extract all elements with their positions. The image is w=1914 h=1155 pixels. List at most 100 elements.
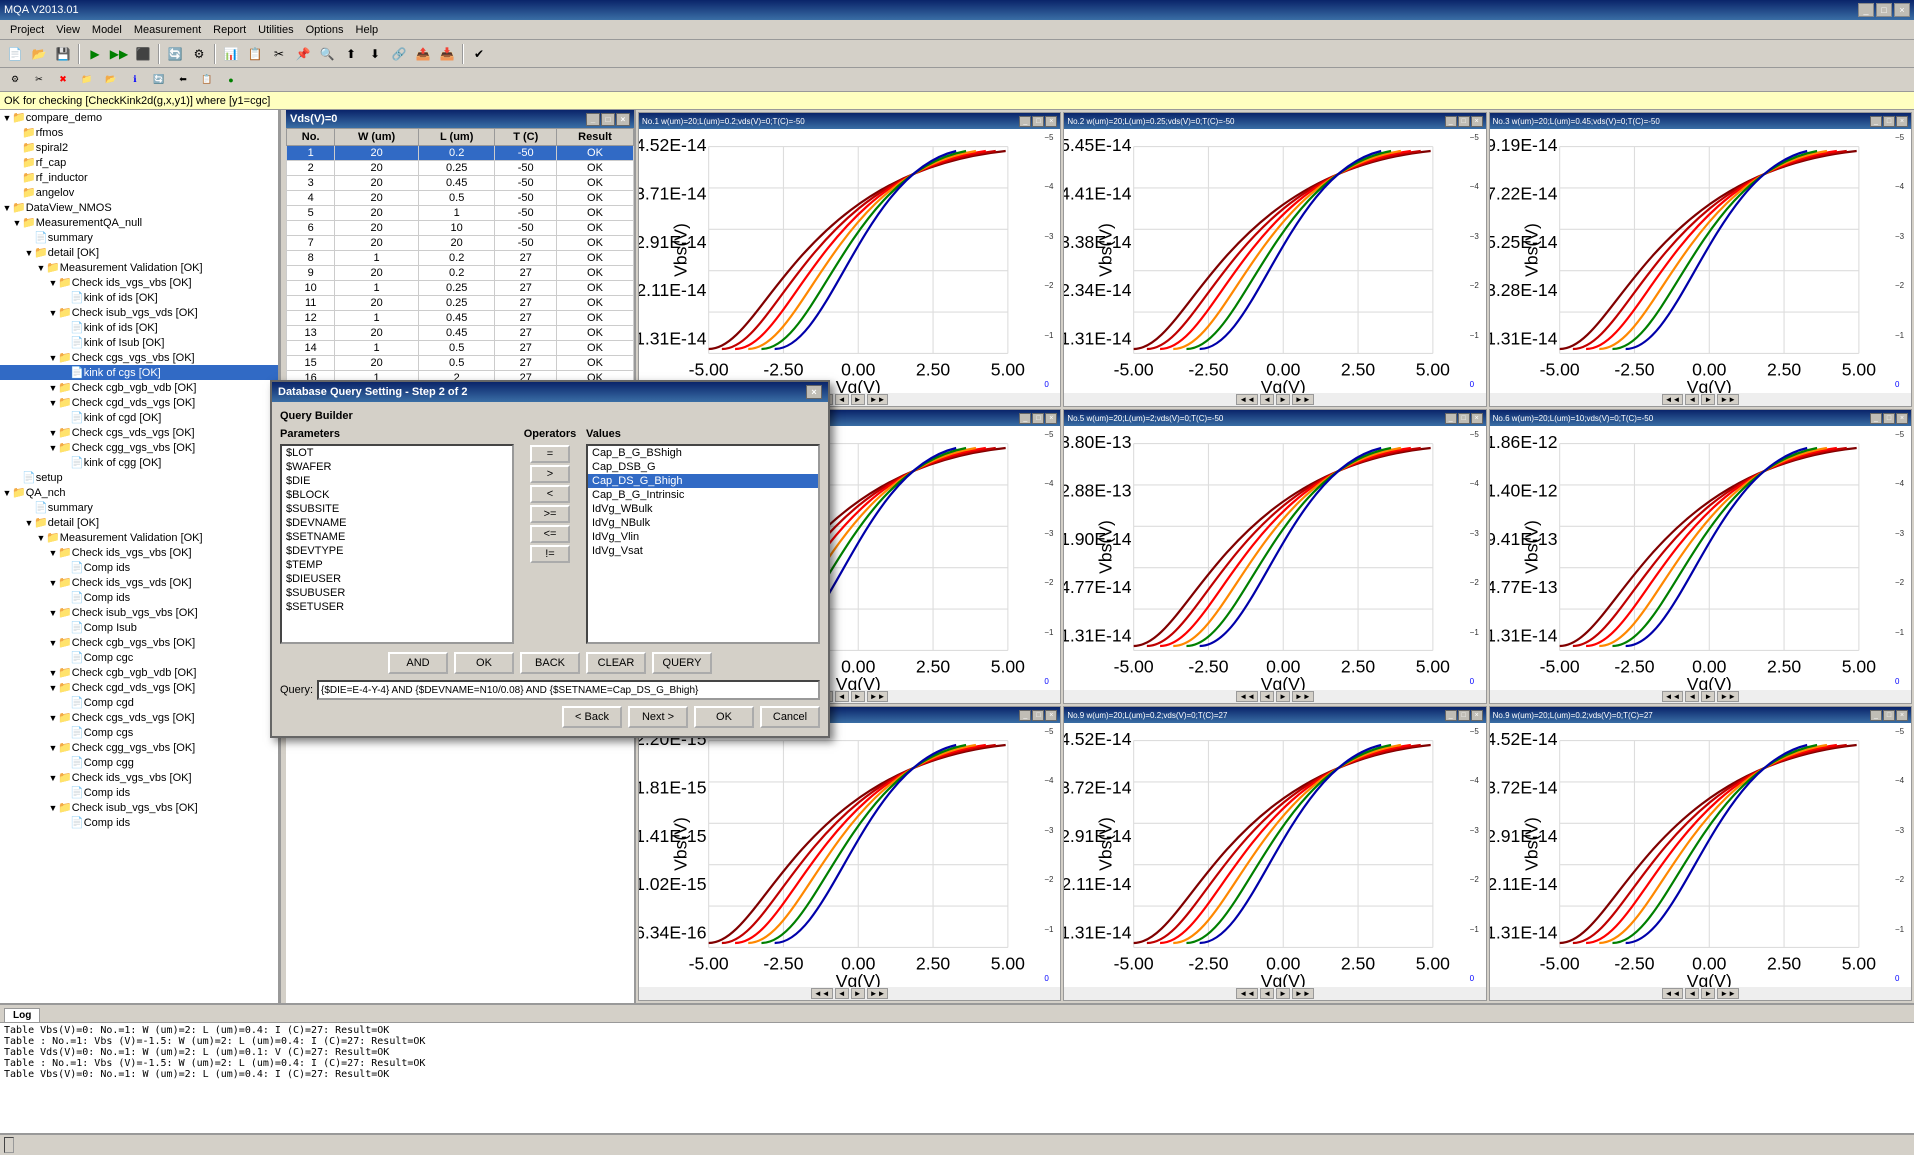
value-item[interactable]: Cap_B_G_BShigh bbox=[588, 446, 818, 460]
parameter-item[interactable]: $WAFER bbox=[282, 460, 512, 474]
chart-ctrl-btn[interactable]: × bbox=[1045, 710, 1057, 721]
sidebar-item-comp-cgc[interactable]: 📄 Comp cgc bbox=[0, 650, 278, 665]
chart-nav-btn[interactable]: ►► bbox=[867, 394, 889, 405]
op-neq[interactable]: != bbox=[530, 545, 570, 563]
chart-nav-btn[interactable]: ◄ bbox=[1685, 691, 1699, 702]
sidebar-item-comp-cgg[interactable]: 📄 Comp cgg bbox=[0, 755, 278, 770]
table-row[interactable]: 12 1 0.45 27 OK bbox=[287, 311, 634, 326]
chart-nav-btn[interactable]: ◄◄ bbox=[1662, 394, 1684, 405]
table-row[interactable]: 5 20 1 -50 OK bbox=[287, 206, 634, 221]
chart-ctrl-btn[interactable]: □ bbox=[1458, 116, 1470, 127]
table-row[interactable]: 10 1 0.25 27 OK bbox=[287, 281, 634, 296]
chart-nav-btn[interactable]: ◄ bbox=[1685, 988, 1699, 999]
sidebar-item-check-cgb-vgb2[interactable]: ▼ 📁 Check cgb_vgb_vdb [OK] bbox=[0, 665, 278, 680]
cut-btn[interactable]: ✂ bbox=[268, 43, 290, 65]
sidebar-item-summary2[interactable]: 📄 summary bbox=[0, 500, 278, 515]
chart-nav-btn[interactable]: ◄ bbox=[1260, 394, 1274, 405]
chart-ctrl-btn[interactable]: □ bbox=[1458, 413, 1470, 424]
sidebar-item-check-ids-vgs-vds[interactable]: ▼ 📁 Check ids_vgs_vds [OK] bbox=[0, 575, 278, 590]
chart-nav-btn[interactable]: ◄ bbox=[835, 988, 849, 999]
chart-nav-btn[interactable]: ►► bbox=[1717, 394, 1739, 405]
parameter-item[interactable]: $SUBSITE bbox=[282, 502, 512, 516]
sidebar-item-check-isub[interactable]: ▼ 📁 Check isub_vgs_vds [OK] bbox=[0, 305, 278, 320]
parameter-item[interactable]: $SETNAME bbox=[282, 530, 512, 544]
chart-nav-btn[interactable]: ► bbox=[1701, 394, 1715, 405]
chart-nav-btn[interactable]: ►► bbox=[1292, 394, 1314, 405]
nav-cancel-button[interactable]: Cancel bbox=[760, 706, 820, 728]
sidebar-item-check-cgb2[interactable]: ▼ 📁 Check cgb_vgs_vbs [OK] bbox=[0, 635, 278, 650]
sidebar-item-check-cgg2[interactable]: ▼ 📁 Check cgg_vgs_vbs [OK] bbox=[0, 740, 278, 755]
sidebar-item-check-cgs-vds[interactable]: ▼ 📁 Check cgs_vds_vgs [OK] bbox=[0, 425, 278, 440]
tb2-btn4[interactable]: 📁 bbox=[76, 69, 98, 91]
sidebar-item-kink-isub[interactable]: 📄 kink of Isub [OK] bbox=[0, 335, 278, 350]
parameter-item[interactable]: $BLOCK bbox=[282, 488, 512, 502]
data-panel-minimize[interactable]: _ bbox=[586, 113, 600, 126]
nav-next-button[interactable]: Next > bbox=[628, 706, 688, 728]
table-row[interactable]: 4 20 0.5 -50 OK bbox=[287, 191, 634, 206]
chart-ctrl-btn[interactable]: × bbox=[1471, 710, 1483, 721]
chart-ctrl-btn[interactable]: × bbox=[1471, 413, 1483, 424]
chart-ctrl-btn[interactable]: □ bbox=[1883, 413, 1895, 424]
tb2-btn2[interactable]: ✂ bbox=[28, 69, 50, 91]
menu-utilities[interactable]: Utilities bbox=[252, 22, 299, 38]
clear-button[interactable]: CLEAR bbox=[586, 652, 646, 674]
parameter-item[interactable]: $SETUSER bbox=[282, 600, 512, 614]
sidebar-item-check-isub2[interactable]: ▼ 📁 Check isub_vgs_vbs [OK] bbox=[0, 605, 278, 620]
sidebar-item-check-cgs2[interactable]: ▼ 📁 Check cgs_vds_vgs [OK] bbox=[0, 710, 278, 725]
menu-model[interactable]: Model bbox=[86, 22, 128, 38]
zoom-btn[interactable]: 🔍 bbox=[316, 43, 338, 65]
sidebar-item-kink-ids1[interactable]: 📄 kink of ids [OK] bbox=[0, 290, 278, 305]
chart-nav-btn[interactable]: ◄◄ bbox=[1236, 394, 1258, 405]
table-row[interactable]: 14 1 0.5 27 OK bbox=[287, 341, 634, 356]
sidebar-item-comp-isub[interactable]: 📄 Comp Isub bbox=[0, 620, 278, 635]
sidebar-item-comp-ids4[interactable]: 📄 Comp ids bbox=[0, 815, 278, 830]
values-listbox[interactable]: Cap_B_G_BShighCap_DSB_GCap_DS_G_BhighCap… bbox=[586, 444, 820, 644]
sidebar-item-rf-cap[interactable]: 📁 rf_cap bbox=[0, 155, 278, 170]
sidebar-item-rfmos[interactable]: 📁 rfmos bbox=[0, 125, 278, 140]
sidebar-item-comp-cgd[interactable]: 📄 Comp cgd bbox=[0, 695, 278, 710]
chart-ctrl-btn[interactable]: × bbox=[1045, 413, 1057, 424]
chart-nav-btn[interactable]: ◄ bbox=[1260, 988, 1274, 999]
parameter-item[interactable]: $DEVNAME bbox=[282, 516, 512, 530]
menu-help[interactable]: Help bbox=[350, 22, 385, 38]
menu-view[interactable]: View bbox=[50, 22, 86, 38]
chart-ctrl-btn[interactable]: _ bbox=[1019, 710, 1031, 721]
run-all-btn[interactable]: ▶▶ bbox=[108, 43, 130, 65]
chart-ctrl-btn[interactable]: □ bbox=[1032, 710, 1044, 721]
sidebar-item-comp-ids2[interactable]: 📄 Comp ids bbox=[0, 590, 278, 605]
sidebar-item-angelov[interactable]: 📁 angelov bbox=[0, 185, 278, 200]
chart-nav-btn[interactable]: ► bbox=[1276, 691, 1290, 702]
maximize-btn[interactable]: □ bbox=[1876, 3, 1892, 17]
sidebar-item-kink-ids2[interactable]: 📄 kink of ids [OK] bbox=[0, 320, 278, 335]
run-btn[interactable]: ▶ bbox=[84, 43, 106, 65]
log-tab-item[interactable]: Log bbox=[4, 1008, 40, 1022]
parameter-item[interactable]: $SUBUSER bbox=[282, 586, 512, 600]
value-item[interactable]: IdVg_WBulk bbox=[588, 502, 818, 516]
chart-ctrl-btn[interactable]: × bbox=[1896, 413, 1908, 424]
parameter-item[interactable]: $LOT bbox=[282, 446, 512, 460]
chart-ctrl-btn[interactable]: _ bbox=[1445, 413, 1457, 424]
chart-ctrl-btn[interactable]: _ bbox=[1445, 710, 1457, 721]
sidebar-item-detail[interactable]: ▼ 📁 detail [OK] bbox=[0, 245, 278, 260]
sidebar-item-compare-demo[interactable]: ▼ 📁 compare_demo bbox=[0, 110, 278, 125]
up-btn[interactable]: ⬆ bbox=[340, 43, 362, 65]
sidebar-item-check-ids-vgs-vbs[interactable]: ▼ 📁 Check ids_vgs_vbs [OK] bbox=[0, 275, 278, 290]
tb2-btn9[interactable]: 📋 bbox=[196, 69, 218, 91]
table-row[interactable]: 9 20 0.2 27 OK bbox=[287, 266, 634, 281]
import-btn[interactable]: 📥 bbox=[436, 43, 458, 65]
data-panel-close[interactable]: × bbox=[616, 113, 630, 126]
dialog-close-btn[interactable]: × bbox=[806, 385, 822, 399]
sidebar-item-check-cgg-vgs[interactable]: ▼ 📁 Check cgg_vgs_vbs [OK] bbox=[0, 440, 278, 455]
and-button[interactable]: AND bbox=[388, 652, 448, 674]
chart-ctrl-btn[interactable]: _ bbox=[1445, 116, 1457, 127]
menu-measurement[interactable]: Measurement bbox=[128, 22, 207, 38]
op-lte[interactable]: <= bbox=[530, 525, 570, 543]
tb2-btn8[interactable]: ⬅ bbox=[172, 69, 194, 91]
op-lt[interactable]: < bbox=[530, 485, 570, 503]
table-row[interactable]: 6 20 10 -50 OK bbox=[287, 221, 634, 236]
parameter-item[interactable]: $DIEUSER bbox=[282, 572, 512, 586]
query-button[interactable]: QUERY bbox=[652, 652, 712, 674]
chart-ctrl-btn[interactable]: × bbox=[1471, 116, 1483, 127]
extra-btn[interactable]: ✔ bbox=[468, 43, 490, 65]
sidebar-item-detail2[interactable]: ▼ 📁 detail [OK] bbox=[0, 515, 278, 530]
